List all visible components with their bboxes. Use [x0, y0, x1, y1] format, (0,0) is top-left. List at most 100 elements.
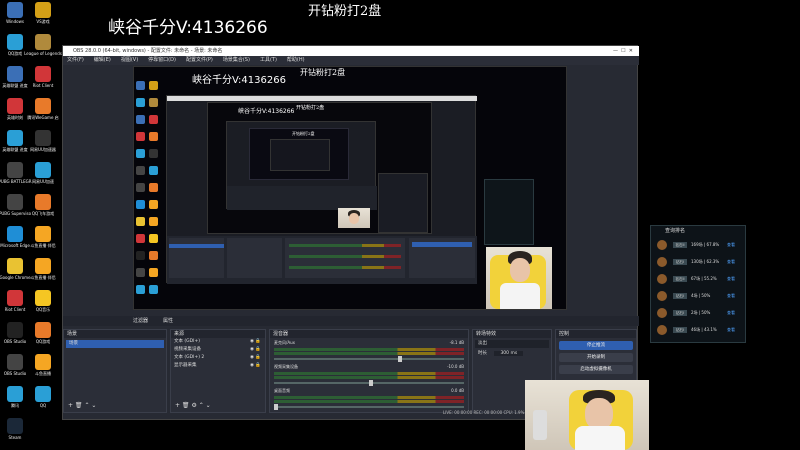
preview-desktop-icon [149, 81, 158, 90]
app-icon [35, 290, 51, 306]
rank-row: 钻石I 46场 | 43.1% 查看 [655, 323, 743, 337]
menu-item[interactable]: 停靠窗口(D) [148, 56, 176, 65]
desktop-icon-label: League of Legends [24, 51, 62, 56]
desktop-icon-label: PUBG Superviso [0, 211, 32, 216]
scene-item[interactable]: 场景 [66, 340, 164, 348]
scenes-title: 场景 [64, 330, 166, 338]
start-recording-button[interactable]: 开始录制 [559, 353, 633, 362]
view-link[interactable]: 查看 [727, 291, 735, 301]
source-item[interactable]: 视频采集设备 ◉ 🔒 [171, 346, 265, 354]
preview-desktop-icons [136, 81, 162, 301]
eye-icon[interactable]: ◉ 🔒 [250, 346, 261, 354]
source-add-button[interactable]: + 🗑 ⚙ ⌃ ⌄ [175, 402, 211, 409]
window-controls[interactable]: — ☐ ✕ [613, 46, 633, 56]
source-item[interactable]: 文本 (GDI+) 2 ◉ 🔒 [171, 354, 265, 362]
desktop-icon[interactable]: Steam [2, 418, 28, 440]
source-item[interactable]: 显示器采集 ◉ 🔒 [171, 362, 265, 370]
desktop-icon[interactable]: 斗鱼直播 伴侣 [30, 258, 56, 280]
view-link[interactable]: 查看 [727, 325, 735, 335]
desktop-icon[interactable]: 斗鱼直播 [30, 354, 56, 376]
desktop-icon-label: Microsoft Edge [0, 243, 30, 248]
desktop-icon-label: Windows [6, 19, 24, 24]
volume-slider[interactable] [274, 356, 464, 362]
rank-chip: 钻石II [673, 242, 687, 248]
eye-icon[interactable]: ◉ 🔒 [250, 362, 261, 370]
avatar [657, 240, 667, 250]
rank-value: 2场 | 50% [691, 310, 711, 315]
menu-item[interactable]: 文件(F) [67, 56, 84, 65]
preview-overlay-banner: 开钻粉打2盘 [300, 68, 346, 77]
channel-db: 0.0 dB [451, 388, 464, 393]
preview-desktop-icon [149, 251, 158, 260]
desktop-icon-label: QQ游戏 [7, 51, 23, 56]
desktop-icon[interactable]: 网易UU加速器 [30, 130, 56, 152]
desktop-icon[interactable]: 英雄联盟 进度 [2, 130, 28, 152]
desktop-icon[interactable]: QQ飞车游戏 [30, 194, 56, 216]
menu-item[interactable]: 帮助(H) [287, 56, 305, 65]
desktop-icon[interactable]: Windows [2, 2, 28, 24]
desktop-icon[interactable]: Riot Client [30, 66, 56, 88]
desktop-icon[interactable]: QQ [30, 386, 56, 408]
menu-item[interactable]: 工具(T) [260, 56, 277, 65]
desktop-icon[interactable]: Riot Client [2, 290, 28, 312]
rank-chip: 钻石I [673, 310, 687, 316]
transitions-title: 转场特效 [473, 330, 551, 338]
desktop-icon[interactable]: 网易UU加速 [30, 162, 56, 184]
desktop-icon[interactable]: 斗鱼直播 伴侣 [30, 226, 56, 248]
channel-db: -8.1 dB [449, 340, 464, 345]
preview-desktop-icon [136, 234, 145, 243]
preview-desktop-icon [136, 81, 145, 90]
app-icon [7, 258, 23, 274]
desktop-icon-label: OBS Studio [3, 339, 27, 344]
app-icon [7, 354, 23, 370]
duration-input[interactable]: 300 ms [494, 351, 524, 356]
filters-button[interactable]: 过滤器 [133, 316, 148, 326]
desktop-icon-label: 英雄时刻 [7, 115, 23, 120]
app-icon [7, 98, 23, 114]
desktop-icon[interactable]: PUBG Superviso [0, 194, 32, 216]
avatar [657, 257, 667, 267]
source-item[interactable]: 文本 (GDI+) ◉ 🔒 [171, 338, 265, 346]
view-link[interactable]: 查看 [727, 274, 735, 284]
view-link[interactable]: 查看 [727, 240, 735, 250]
nested-obs-2: 开钻粉打2盘 [226, 121, 377, 210]
view-link[interactable]: 查看 [727, 308, 735, 318]
desktop-icon[interactable]: PUBG BATTLEGR [0, 162, 32, 184]
view-link[interactable]: 查看 [727, 257, 735, 267]
desktop-icon[interactable]: OBS Studio [2, 322, 28, 344]
desktop-icon[interactable]: QQ音乐 [30, 290, 56, 312]
desktop-icon[interactable]: Google Chrome [0, 258, 31, 280]
desktop-icon-label: 斗鱼直播 伴侣 [30, 275, 56, 280]
eye-icon[interactable]: ◉ 🔒 [250, 354, 261, 362]
desktop-icon[interactable]: VS游戏 [30, 2, 56, 24]
nested-overlay-banner: 开钻粉打2盘 [296, 105, 325, 111]
volume-slider[interactable] [274, 380, 464, 386]
channel-name: 桌面音频 [274, 388, 290, 393]
desktop-icon[interactable]: League of Legends [24, 34, 62, 56]
volume-slider[interactable] [274, 404, 464, 410]
desktop-icon[interactable]: 腾讯 [2, 386, 28, 408]
menu-item[interactable]: 场景集合(S) [223, 56, 250, 65]
menu-item[interactable]: 视图(V) [121, 56, 138, 65]
properties-button[interactable]: 属性 [163, 316, 173, 326]
preview-desktop-icon [149, 166, 158, 175]
virtual-camera-button[interactable]: 启动虚拟摄像机 [559, 365, 633, 374]
app-icon [35, 354, 51, 370]
desktop-icon[interactable]: 腾讯WeGame 启 [27, 98, 59, 120]
sources-dock: 来源 文本 (GDI+) ◉ 🔒 视频采集设备 ◉ 🔒 文本 (GDI+) 2 ◉ 🔒 显示… [170, 329, 266, 413]
sources-title: 来源 [171, 330, 265, 338]
menu-item[interactable]: 编辑(E) [94, 56, 111, 65]
desktop-icon[interactable]: QQ游戏 [30, 322, 56, 344]
transition-select[interactable]: 淡出 [475, 340, 549, 348]
scene-add-button[interactable]: + 🗑 ⌃ ⌄ [68, 402, 96, 409]
rank-value: 67场 | 55.2% [691, 276, 717, 281]
eye-icon[interactable]: ◉ 🔒 [250, 338, 261, 346]
desktop-icon[interactable]: 英雄联盟 进度 [2, 66, 28, 88]
stop-streaming-button[interactable]: 停止推流 [559, 341, 633, 350]
rank-title: 查询排名 [665, 228, 686, 234]
desktop-icon[interactable]: 英雄时刻 [2, 98, 28, 120]
desktop-icon[interactable]: OBS Studio [2, 354, 28, 376]
preview-desktop-icon [136, 217, 145, 226]
menu-item[interactable]: 配置文件(P) [186, 56, 213, 65]
desktop-icon[interactable]: Microsoft Edge [0, 226, 30, 248]
